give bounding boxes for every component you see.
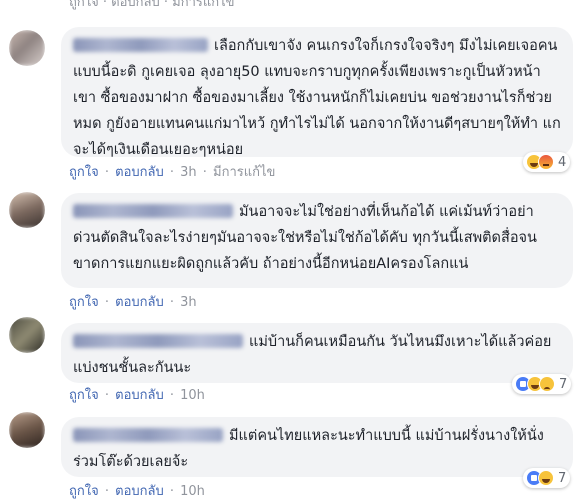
timestamp[interactable]: 10h — [180, 388, 205, 403]
comment-bubble: เลือกกับเขาจัง คนเกรงใจก็เกรงใจจริงๆ มึง… — [61, 27, 573, 158]
reply-link[interactable]: ตอบกลับ — [115, 295, 164, 310]
like-link[interactable]: ถูกใจ — [69, 295, 99, 310]
like-link[interactable]: ถูกใจ — [69, 0, 99, 10]
like-link[interactable]: ถูกใจ — [69, 165, 99, 180]
comment-bubble: มันอาจจะไม่ใช่อย่างที่เห็นก้อได้ แค่เม้น… — [61, 193, 573, 288]
edited-label[interactable]: มีการแก้ไข — [172, 0, 234, 10]
timestamp[interactable]: 3h — [180, 165, 197, 180]
reply-link[interactable]: ตอบกลับ — [115, 165, 164, 180]
avatar[interactable] — [9, 30, 45, 66]
sad-icon — [539, 376, 555, 392]
comment-actions: ถูกใจ · ตอบกลับ · 10h — [69, 484, 205, 499]
reply-link[interactable]: ตอบกลับ — [115, 484, 164, 499]
reply-link[interactable]: ตอบกลับ — [111, 0, 160, 10]
commenter-name[interactable] — [73, 428, 223, 442]
comment-bubble: แม่บ้านก็คนเหมือนกัน วันไหนมึงเหาะได้แล้… — [61, 323, 573, 383]
comment-actions: ถูกใจ · ตอบกลับ · 3h · มีการแก้ไข — [69, 165, 276, 180]
avatar[interactable] — [9, 192, 45, 228]
commenter-name[interactable] — [73, 204, 233, 218]
commenter-name[interactable] — [73, 334, 243, 348]
like-link[interactable]: ถูกใจ — [69, 388, 99, 403]
reaction-count: 4 — [558, 154, 567, 170]
reaction-summary[interactable]: 7 — [523, 468, 571, 488]
reaction-summary[interactable]: 7 — [512, 374, 572, 394]
avatar[interactable] — [9, 412, 45, 448]
reaction-count: 7 — [558, 470, 567, 486]
comment-bubble: มีแต่คนไทยแหละนะทำแบบนี้ แม่บ้านฝรั่งนาง… — [61, 417, 573, 477]
comment-actions: ถูกใจ · ตอบกลับ · 10h — [69, 388, 205, 403]
edited-label[interactable]: มีการแก้ไข — [213, 165, 275, 180]
previous-comment-actions: ถูกใจ · ตอบกลับ · มีการแก้ไข — [69, 0, 235, 12]
avatar[interactable] — [9, 317, 45, 353]
angry-icon — [538, 154, 554, 170]
reaction-summary[interactable]: 4 — [523, 152, 571, 172]
comment-actions: ถูกใจ · ตอบกลับ · 3h — [69, 295, 197, 310]
reply-link[interactable]: ตอบกลับ — [115, 388, 164, 403]
timestamp[interactable]: 10h — [180, 484, 205, 499]
commenter-name[interactable] — [73, 38, 208, 52]
reaction-count: 7 — [559, 376, 568, 392]
timestamp[interactable]: 3h — [180, 295, 197, 310]
haha-icon — [538, 470, 554, 486]
comment-text: เลือกกับเขาจัง คนเกรงใจก็เกรงใจจริงๆ มึง… — [73, 38, 561, 158]
like-link[interactable]: ถูกใจ — [69, 484, 99, 499]
